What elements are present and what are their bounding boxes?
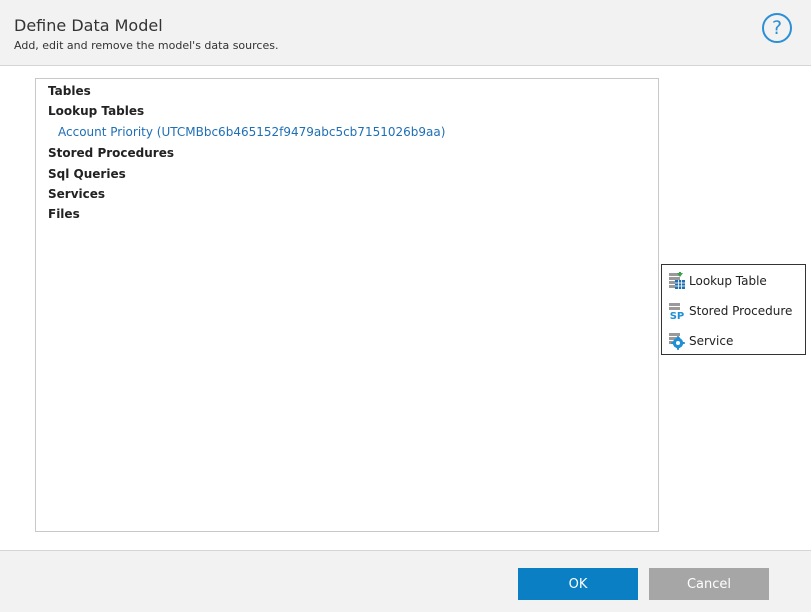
tree-category-files[interactable]: Files (48, 207, 80, 221)
ok-button[interactable]: OK (518, 568, 638, 600)
lookup-table-icon (669, 272, 685, 289)
dialog-subtitle: Add, edit and remove the model's data so… (14, 39, 279, 52)
service-gear-icon (669, 333, 685, 350)
tree-category-stored-procedures[interactable]: Stored Procedures (48, 146, 174, 160)
question-circle-icon[interactable]: ? (762, 13, 792, 43)
menu-item-label: Lookup Table (689, 274, 767, 288)
cancel-button[interactable]: Cancel (649, 568, 769, 600)
tree-category-tables[interactable]: Tables (48, 84, 91, 98)
add-data-source-menu: Lookup Table SP Stored Procedure Service (661, 264, 806, 355)
menu-item-service[interactable]: Service (662, 326, 805, 354)
menu-item-label: Stored Procedure (689, 304, 793, 318)
menu-item-label: Service (689, 334, 734, 348)
stored-procedure-icon: SP (669, 303, 685, 320)
data-source-tree[interactable]: Tables Lookup Tables Account Priority (U… (35, 78, 659, 532)
dialog-title: Define Data Model (14, 16, 163, 35)
define-data-model-dialog: Define Data Model Add, edit and remove t… (0, 0, 811, 612)
tree-category-services[interactable]: Services (48, 187, 105, 201)
menu-item-lookup-table[interactable]: Lookup Table (662, 266, 805, 294)
tree-category-lookup-tables[interactable]: Lookup Tables (48, 104, 144, 118)
tree-item-account-priority[interactable]: Account Priority (UTCMBbc6b465152f9479ab… (58, 125, 445, 139)
tree-category-sql-queries[interactable]: Sql Queries (48, 167, 126, 181)
menu-item-stored-procedure[interactable]: SP Stored Procedure (662, 296, 805, 324)
dialog-footer: OK Cancel (0, 550, 811, 612)
svg-text:SP: SP (670, 311, 685, 320)
dialog-header: Define Data Model Add, edit and remove t… (0, 0, 811, 66)
